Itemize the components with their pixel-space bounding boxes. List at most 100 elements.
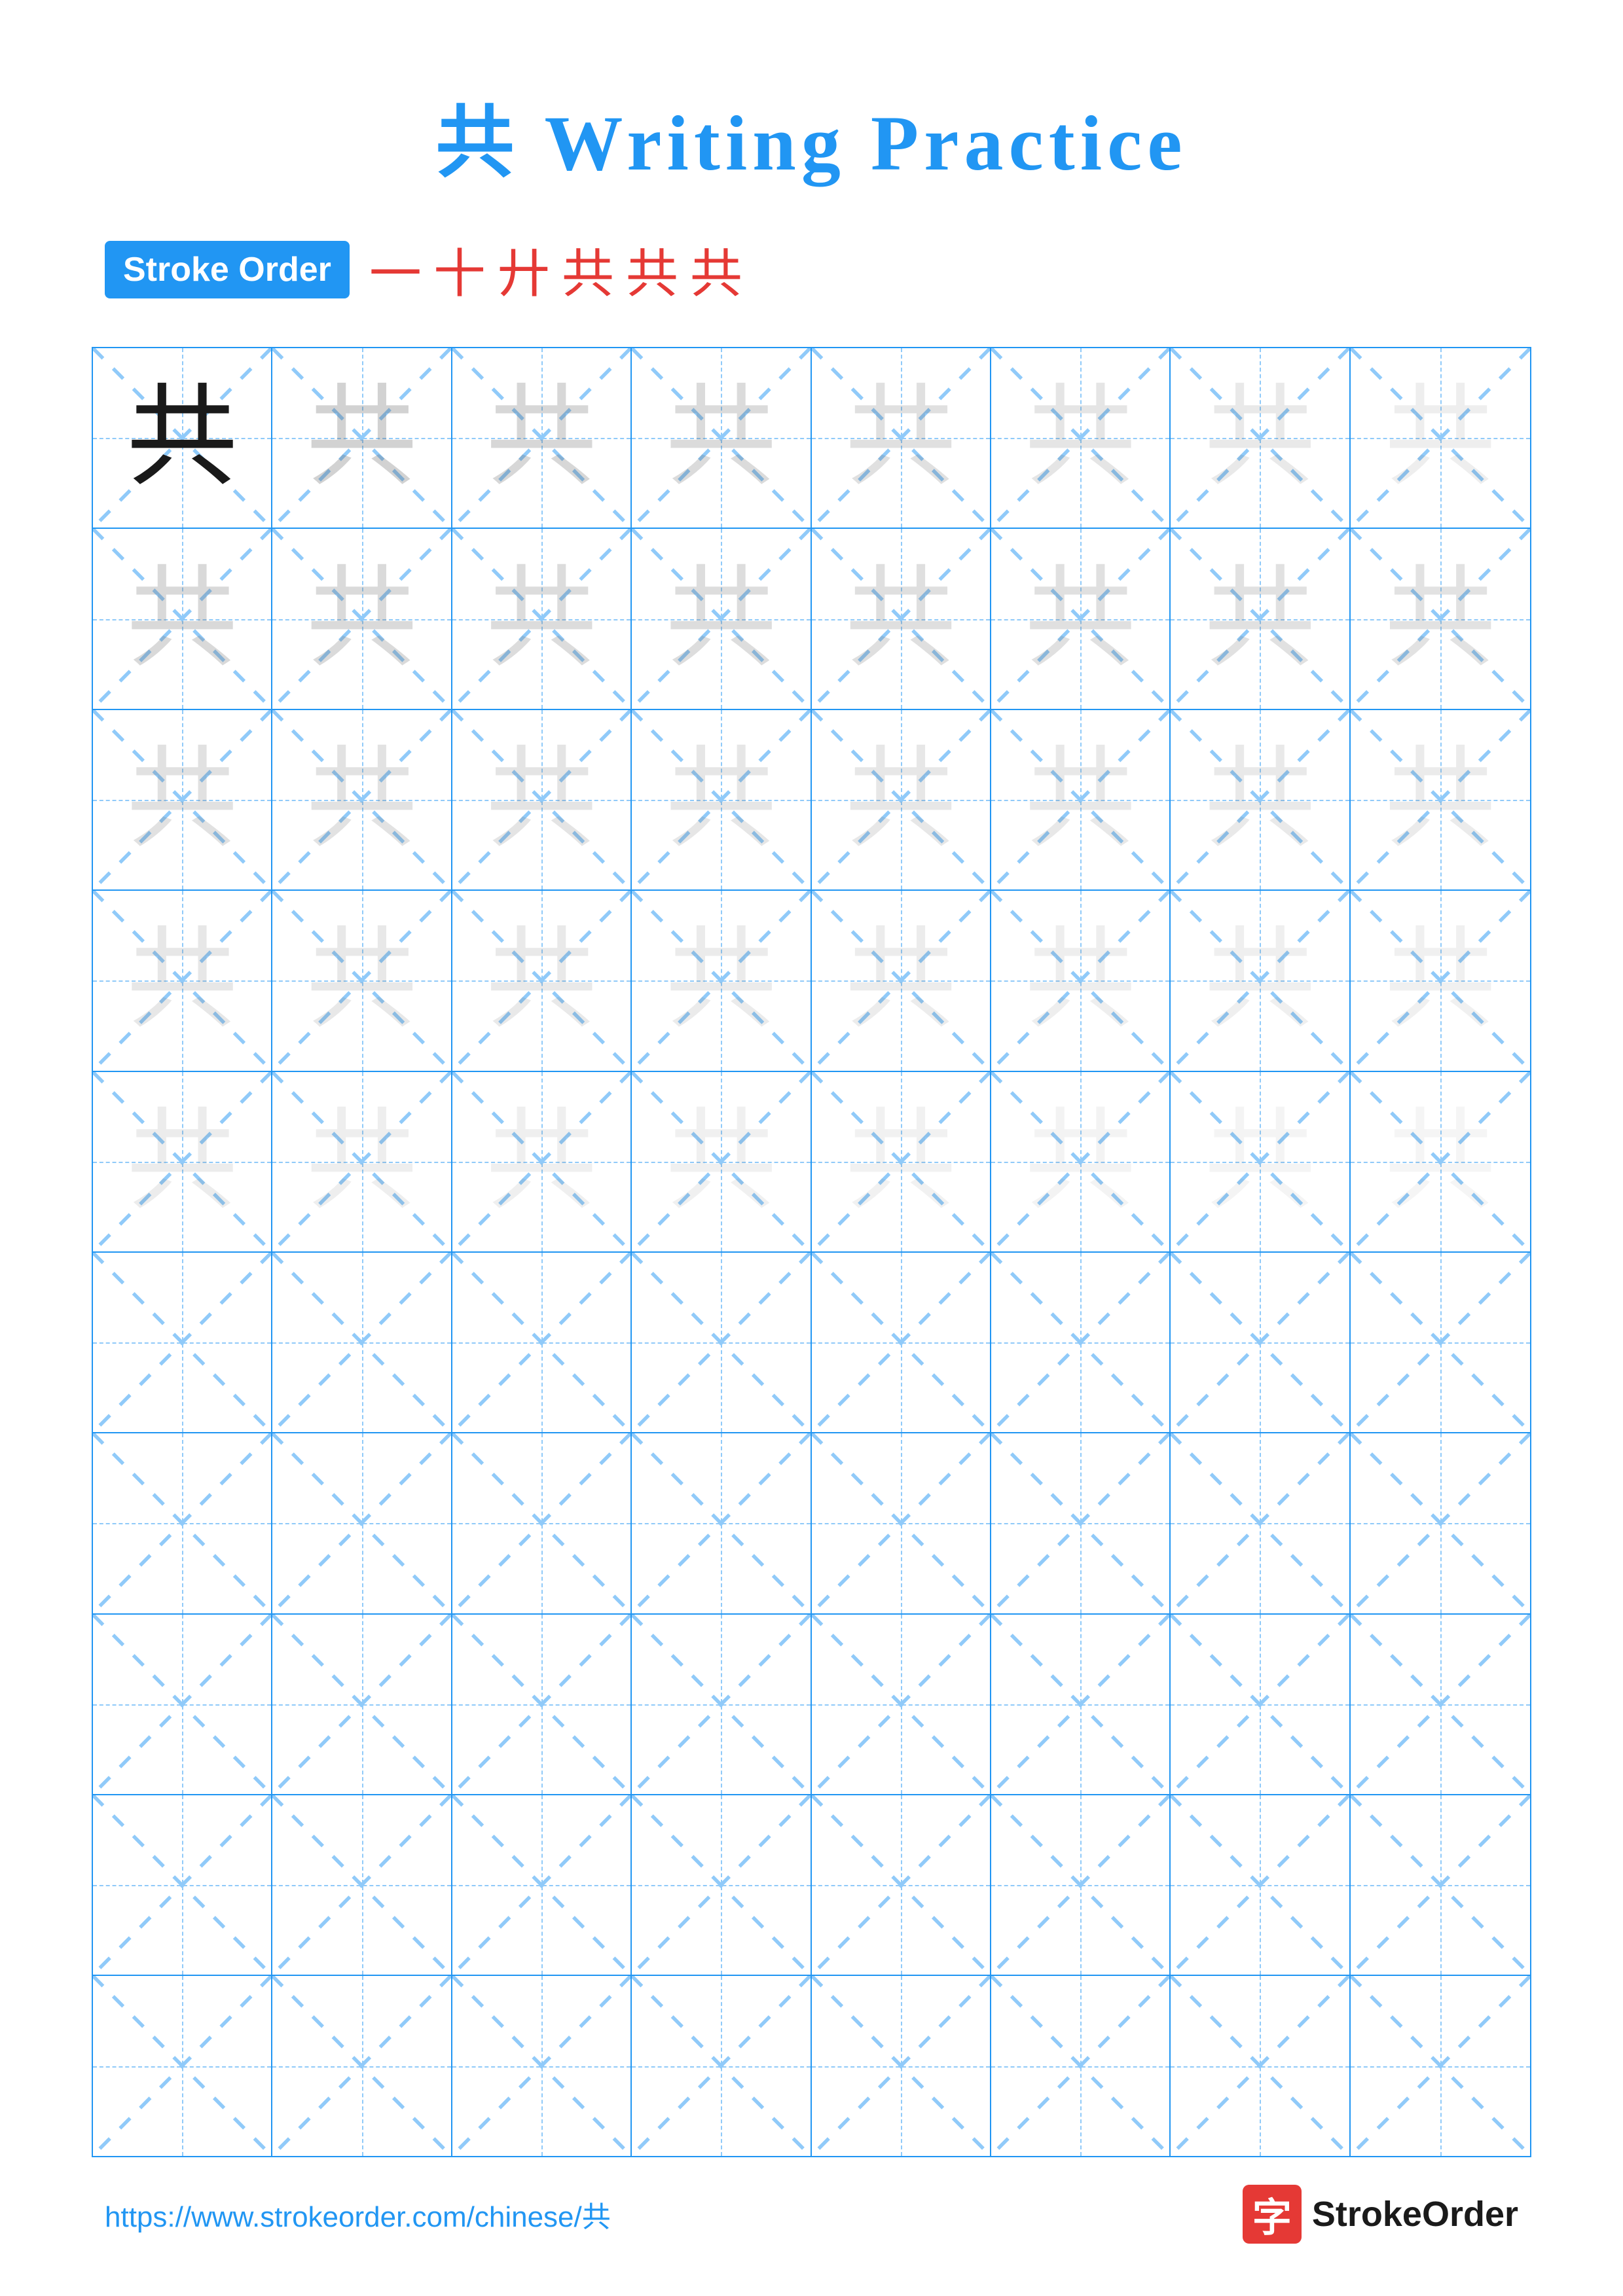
grid-cell[interactable]: 共 (272, 529, 452, 708)
grid-cell[interactable] (272, 1253, 452, 1432)
grid-cell[interactable] (1351, 1253, 1530, 1432)
grid-cell[interactable]: 共 (452, 710, 632, 889)
grid-cell[interactable]: 共 (1351, 891, 1530, 1070)
grid-cell[interactable]: 共 (93, 529, 272, 708)
grid-cell[interactable]: 共 (93, 1072, 272, 1251)
grid-cell[interactable] (272, 1795, 452, 1975)
grid-cell[interactable] (812, 1615, 991, 1794)
practice-char: 共 (1385, 925, 1496, 1036)
grid-cell[interactable] (812, 1433, 991, 1613)
practice-char: 共 (1204, 564, 1315, 675)
grid-cell[interactable]: 共 (452, 348, 632, 528)
grid-cell[interactable]: 共 (272, 1072, 452, 1251)
grid-cell[interactable]: 共 (452, 1072, 632, 1251)
grid-row: 共共共共共共共共 (93, 710, 1530, 891)
grid-cell[interactable] (1171, 1253, 1350, 1432)
grid-cell[interactable]: 共 (1171, 348, 1350, 528)
grid-cell[interactable] (632, 1433, 811, 1613)
grid-cell[interactable]: 共 (632, 891, 811, 1070)
grid-cell[interactable]: 共 (632, 529, 811, 708)
grid-cell[interactable]: 共 (632, 1072, 811, 1251)
grid-cell[interactable] (991, 1976, 1171, 2155)
grid-cell[interactable]: 共 (991, 348, 1171, 528)
grid-cell[interactable]: 共 (632, 710, 811, 889)
grid-cell[interactable] (812, 1795, 991, 1975)
grid-cell[interactable] (1351, 1976, 1530, 2155)
stroke-2: 十 (433, 232, 486, 308)
practice-char: 共 (126, 382, 238, 493)
grid-cell[interactable] (452, 1433, 632, 1613)
grid-cell[interactable] (632, 1795, 811, 1975)
grid-cell[interactable] (452, 1976, 632, 2155)
footer-url[interactable]: https://www.strokeorder.com/chinese/共 (105, 2193, 611, 2235)
grid-cell[interactable]: 共 (272, 710, 452, 889)
grid-cell[interactable]: 共 (1171, 891, 1350, 1070)
grid-cell[interactable] (1171, 1615, 1350, 1794)
grid-cell[interactable] (1351, 1433, 1530, 1613)
grid-cell[interactable] (812, 1976, 991, 2155)
practice-char: 共 (486, 925, 597, 1036)
grid-cell[interactable]: 共 (812, 710, 991, 889)
grid-cell[interactable] (272, 1433, 452, 1613)
grid-cell[interactable]: 共 (1351, 1072, 1530, 1251)
grid-cell[interactable] (991, 1433, 1171, 1613)
grid-cell[interactable]: 共 (93, 710, 272, 889)
grid-cell[interactable]: 共 (1351, 348, 1530, 528)
grid-cell[interactable] (1171, 1795, 1350, 1975)
practice-char: 共 (306, 744, 418, 855)
grid-cell[interactable] (272, 1615, 452, 1794)
grid-cell[interactable]: 共 (632, 348, 811, 528)
grid-cell[interactable]: 共 (812, 891, 991, 1070)
grid-cell[interactable]: 共 (452, 529, 632, 708)
practice-char: 共 (845, 925, 957, 1036)
grid-cell[interactable] (452, 1253, 632, 1432)
grid-cell[interactable] (272, 1976, 452, 2155)
grid-cell[interactable]: 共 (1351, 529, 1530, 708)
grid-cell[interactable] (1351, 1795, 1530, 1975)
grid-cell[interactable]: 共 (1171, 710, 1350, 889)
practice-char: 共 (1204, 382, 1315, 493)
grid-cell[interactable]: 共 (93, 348, 272, 528)
grid-cell[interactable] (93, 1253, 272, 1432)
grid-row (93, 1615, 1530, 1795)
grid-cell[interactable] (93, 1795, 272, 1975)
grid-cell[interactable] (991, 1615, 1171, 1794)
grid-cell[interactable]: 共 (452, 891, 632, 1070)
grid-cell[interactable]: 共 (991, 529, 1171, 708)
grid-row: 共共共共共共共共 (93, 348, 1530, 529)
grid-cell[interactable] (812, 1253, 991, 1432)
grid-cell[interactable] (452, 1615, 632, 1794)
grid-cell[interactable] (632, 1976, 811, 2155)
grid-cell[interactable]: 共 (272, 891, 452, 1070)
practice-char: 共 (665, 925, 776, 1036)
grid-cell[interactable]: 共 (1171, 1072, 1350, 1251)
grid-cell[interactable] (452, 1795, 632, 1975)
grid-cell[interactable]: 共 (991, 710, 1171, 889)
practice-char: 共 (665, 564, 776, 675)
grid-cell[interactable] (93, 1976, 272, 2155)
grid-cell[interactable]: 共 (1171, 529, 1350, 708)
grid-row: 共共共共共共共共 (93, 1072, 1530, 1253)
grid-cell[interactable] (991, 1795, 1171, 1975)
practice-char: 共 (1025, 925, 1136, 1036)
practice-char: 共 (126, 925, 238, 1036)
grid-cell[interactable]: 共 (1351, 710, 1530, 889)
grid-cell[interactable] (93, 1433, 272, 1613)
stroke-order-chars: 一 十 廾 共 共 共 (369, 232, 742, 308)
grid-cell[interactable] (1171, 1433, 1350, 1613)
grid-cell[interactable]: 共 (93, 891, 272, 1070)
grid-cell[interactable] (1351, 1615, 1530, 1794)
practice-char: 共 (1025, 744, 1136, 855)
grid-cell[interactable] (991, 1253, 1171, 1432)
grid-cell[interactable]: 共 (272, 348, 452, 528)
grid-cell[interactable] (632, 1615, 811, 1794)
grid-cell[interactable]: 共 (812, 348, 991, 528)
grid-cell[interactable]: 共 (812, 1072, 991, 1251)
grid-cell[interactable] (93, 1615, 272, 1794)
title-char: 共 (435, 99, 544, 187)
grid-cell[interactable]: 共 (812, 529, 991, 708)
grid-cell[interactable] (632, 1253, 811, 1432)
grid-cell[interactable]: 共 (991, 1072, 1171, 1251)
grid-cell[interactable]: 共 (991, 891, 1171, 1070)
grid-cell[interactable] (1171, 1976, 1350, 2155)
